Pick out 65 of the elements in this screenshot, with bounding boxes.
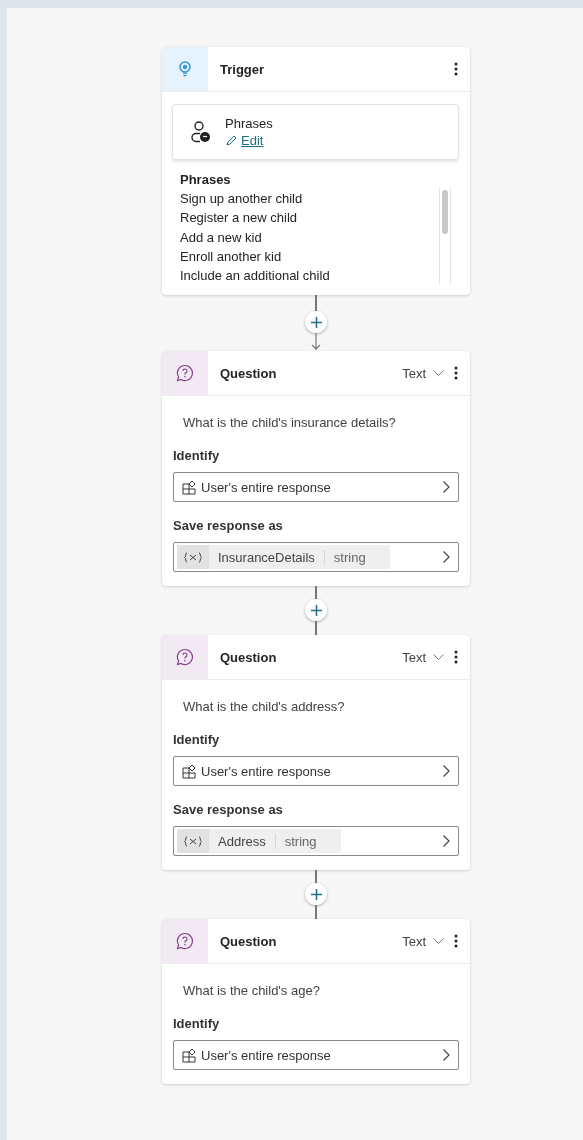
more-icon: [454, 366, 458, 381]
phrases-heading: Phrases: [180, 171, 232, 189]
add-step-button[interactable]: [305, 883, 327, 906]
chevron-right-icon: [443, 481, 450, 494]
variable-type: string: [283, 833, 318, 849]
connector-line: [315, 586, 317, 600]
node-title: Question: [220, 365, 278, 381]
source-title: Phrases: [225, 116, 273, 131]
type-dropdown[interactable]: Text: [398, 647, 448, 667]
plus-icon: [310, 316, 322, 328]
question-bubble-icon: [176, 648, 194, 667]
variable-name: Address: [209, 833, 276, 849]
phrase: Include an additional child: [180, 267, 331, 285]
person-chat-icon: [191, 121, 211, 143]
question-bubble-icon: [176, 364, 194, 383]
variable-field[interactable]: Address string: [173, 826, 459, 857]
lightbulb-icon: [179, 61, 191, 77]
question-prompt: What is the child's insurance details?: [183, 415, 397, 431]
node-title: Question: [220, 933, 278, 949]
chevron-down-icon: [433, 654, 444, 661]
node-title: Trigger: [220, 61, 266, 77]
question-prompt: What is the child's address?: [183, 699, 346, 715]
chevron-right-icon: [443, 765, 450, 778]
entity-icon: [182, 1047, 197, 1063]
connector-line: [315, 295, 317, 312]
scrollbar[interactable]: [439, 188, 451, 286]
entity-icon: [182, 763, 197, 779]
chevron-right-icon: [443, 835, 450, 848]
entity-icon: [182, 479, 197, 495]
field-label: Identify: [173, 448, 221, 464]
variable-name: InsuranceDetails: [209, 549, 325, 565]
node-title: Question: [220, 649, 278, 665]
field-label: Identify: [173, 732, 221, 748]
phrase: Register a new child: [180, 209, 299, 228]
phrase: Add a new kid: [180, 228, 263, 247]
plus-icon: [310, 604, 322, 616]
variable-type: string: [332, 549, 367, 565]
add-step-button[interactable]: [305, 311, 327, 334]
plus-icon: [310, 888, 322, 900]
variable-field[interactable]: InsuranceDetails string: [173, 542, 459, 573]
variable-icon: [184, 551, 202, 563]
chevron-down-icon: [433, 370, 444, 377]
chevron-right-icon: [443, 1049, 450, 1062]
connector-line: [315, 870, 317, 884]
question-prompt: What is the child's age?: [183, 983, 321, 999]
variable-icon: [184, 835, 202, 847]
type-dropdown[interactable]: Text: [398, 931, 448, 951]
field-label: Save response as: [173, 802, 284, 818]
chevron-down-icon: [433, 938, 444, 945]
add-step-button[interactable]: [305, 599, 327, 622]
field-label: Save response as: [173, 518, 284, 534]
pencil-icon: [225, 134, 238, 147]
question-bubble-icon: [176, 932, 194, 951]
more-icon: [454, 650, 458, 665]
phrase: Enroll another kid: [180, 247, 283, 266]
edit-link[interactable]: Edit: [225, 133, 273, 148]
phrase: Sign up another child: [180, 190, 304, 209]
chevron-right-icon: [443, 551, 450, 564]
identify-field[interactable]: User's entire response: [173, 472, 459, 503]
field-label: Identify: [173, 1016, 221, 1032]
more-icon: [454, 934, 458, 949]
identify-field[interactable]: User's entire response: [173, 1040, 459, 1071]
type-dropdown[interactable]: Text: [398, 363, 448, 383]
identify-field[interactable]: User's entire response: [173, 756, 459, 787]
more-icon: [454, 62, 458, 76]
